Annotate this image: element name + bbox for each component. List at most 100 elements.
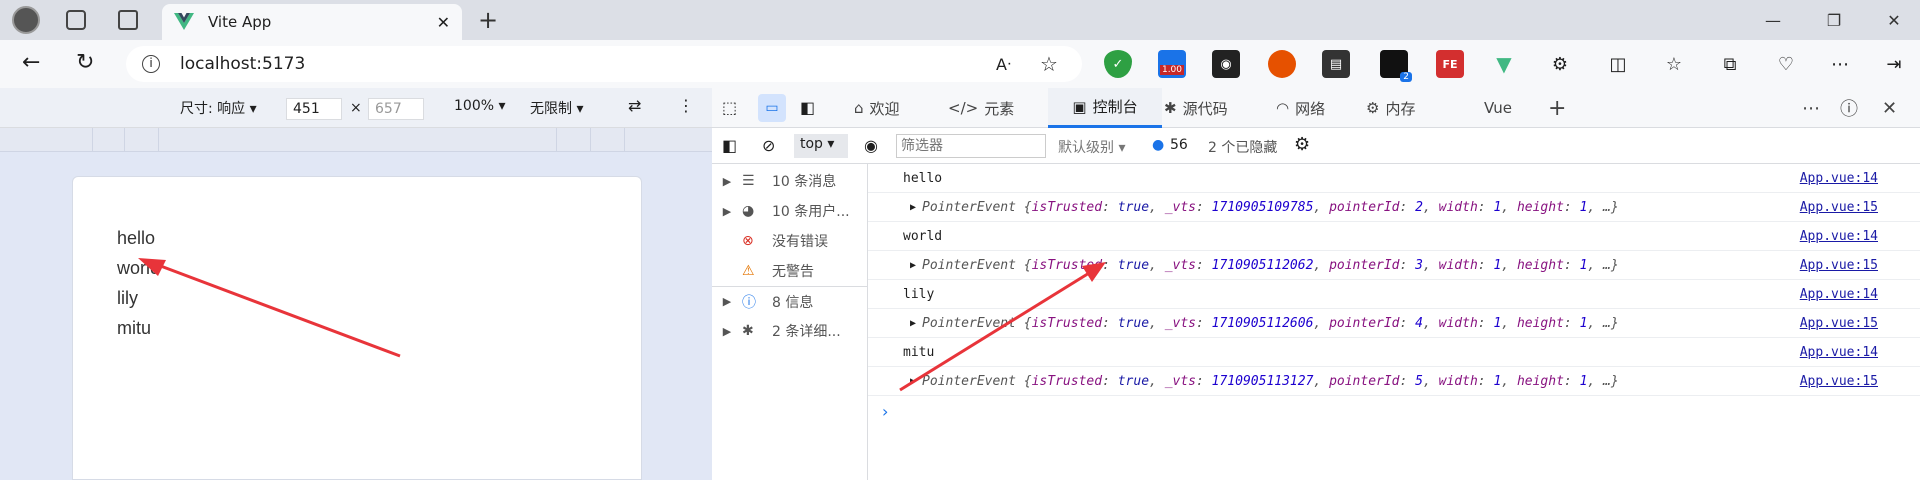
favorites-icon[interactable]: ☆ — [1660, 50, 1688, 78]
stats-extension-icon[interactable]: 2 — [1380, 50, 1412, 82]
split-screen-icon[interactable]: ◫ — [1604, 50, 1632, 78]
close-window-button[interactable]: ✕ — [1870, 0, 1918, 40]
workspaces-icon[interactable] — [66, 10, 86, 30]
tab-elements[interactable]: </> 元素 — [948, 88, 1014, 128]
log-row[interactable]: world App.vue:14 — [868, 222, 1920, 251]
tab-welcome-label: 欢迎 — [869, 99, 900, 118]
sidebar-item-warnings[interactable]: ⚠ 无警告 — [712, 256, 868, 286]
source-link[interactable]: App.vue:15 — [1800, 200, 1878, 215]
vue-devtools-extension-icon[interactable]: ▼ — [1490, 50, 1518, 78]
fe-extension-icon[interactable]: FE — [1436, 50, 1464, 78]
source-link[interactable]: App.vue:14 — [1800, 345, 1878, 360]
list-item[interactable]: hello — [117, 223, 641, 253]
source-link[interactable]: App.vue:14 — [1800, 171, 1878, 186]
log-row[interactable]: mitu App.vue:14 — [868, 338, 1920, 367]
value: 1710905112062 — [1211, 257, 1314, 273]
add-tab-button[interactable]: + — [1548, 88, 1566, 128]
zoom-dropdown[interactable]: 100% ▾ — [454, 98, 506, 114]
devtools-tab-bar: ⬚ ▭ ◧ ⌂ 欢迎 </> 元素 ▣ 控制台 ✱ 源代码 ◠ 网络 ⚙ 内存 Vue + … — [712, 88, 1920, 128]
log-row[interactable]: ▶ PointerEvent {isTrusted: true, _vts: 17… — [868, 251, 1920, 280]
close-tab-icon[interactable]: ✕ — [437, 13, 450, 32]
issues-icon[interactable]: ● — [1152, 137, 1164, 153]
log-level-dropdown[interactable]: 默认级别 ▾ — [1058, 137, 1125, 157]
refresh-icon[interactable]: ↻ — [76, 50, 94, 75]
url-text[interactable]: localhost:5173 — [180, 54, 305, 74]
height-input[interactable]: 657 — [368, 98, 424, 120]
tab-vue[interactable]: Vue — [1484, 88, 1512, 128]
info-icon[interactable]: i — [142, 55, 160, 73]
tab-welcome[interactable]: ⌂ 欢迎 — [854, 88, 900, 128]
new-tab-button[interactable]: + — [478, 6, 498, 34]
close-devtools-icon[interactable]: ✕ — [1882, 88, 1897, 128]
log-row[interactable]: ▶ PointerEvent {isTrusted: true, _vts: 17… — [868, 367, 1920, 396]
source-link[interactable]: App.vue:15 — [1800, 316, 1878, 331]
expand-icon[interactable]: ▶ — [910, 376, 916, 387]
devtools-more-icon[interactable]: ⋯ — [1802, 88, 1820, 128]
sidebar-toggle-icon[interactable]: ◧ — [722, 136, 737, 155]
dock-icon[interactable]: ◧ — [800, 98, 815, 117]
device-more-icon[interactable]: ⋮ — [678, 96, 694, 115]
source-link[interactable]: App.vue:15 — [1800, 374, 1878, 389]
collections-icon[interactable]: ⧉ — [1716, 50, 1744, 78]
throttle-dropdown[interactable]: 无限制 ▾ — [530, 98, 583, 118]
browser-tab[interactable]: Vite App ✕ — [162, 4, 462, 40]
list-item[interactable]: mitu — [117, 313, 641, 343]
console-settings-icon[interactable]: ⚙ — [1294, 134, 1310, 155]
source-link[interactable]: App.vue:15 — [1800, 258, 1878, 273]
shield-extension-icon[interactable]: ✓ — [1104, 50, 1132, 78]
binoculars-extension-icon[interactable]: ◉ — [1212, 50, 1240, 78]
inspect-icon[interactable]: ⬚ — [722, 98, 737, 117]
more-menu-icon[interactable]: ⋯ — [1826, 50, 1854, 78]
log-row[interactable]: ▶ PointerEvent {isTrusted: true, _vts: 17… — [868, 193, 1920, 222]
issues-count[interactable]: 56 — [1170, 137, 1188, 153]
maximize-button[interactable]: ❐ — [1810, 0, 1858, 40]
value: 1 — [1579, 199, 1588, 215]
console-prompt[interactable]: › — [882, 402, 888, 421]
event-object: PointerEvent {isTrusted: true, _vts: 171… — [922, 373, 1619, 389]
favorite-star-icon[interactable]: ☆ — [1040, 52, 1058, 76]
sidebar-item-verbose[interactable]: ▶ ✱ 2 条详细... — [712, 316, 868, 346]
tab-network[interactable]: ◠ 网络 — [1276, 88, 1325, 128]
filter-input[interactable] — [896, 134, 1046, 158]
context-select[interactable]: top ▾ — [794, 134, 848, 158]
document-extension-icon[interactable]: ▤ — [1322, 50, 1350, 78]
media-query-ruler[interactable] — [0, 128, 712, 152]
clear-console-icon[interactable]: ⊘ — [762, 136, 775, 155]
performance-icon[interactable]: ♡ — [1772, 50, 1800, 78]
sidebar-item-messages[interactable]: ▶ ☰ 10 条消息 — [712, 166, 868, 196]
sidebar-item-info[interactable]: ▶ ⓘ 8 信息 — [712, 286, 868, 316]
tab-vue-label: Vue — [1484, 99, 1512, 117]
minimize-button[interactable]: — — [1749, 0, 1797, 40]
sidebar-item-user-messages[interactable]: ▶ ◕ 10 条用户... — [712, 196, 868, 226]
log-row[interactable]: hello App.vue:14 — [868, 164, 1920, 193]
tab-sources[interactable]: ✱ 源代码 — [1164, 88, 1228, 128]
read-aloud-icon[interactable]: Aᐧ — [996, 55, 1011, 74]
profile-avatar[interactable] — [12, 6, 40, 34]
expand-icon[interactable]: ▶ — [910, 260, 916, 271]
extensions-icon[interactable]: ⚙ — [1546, 50, 1574, 78]
tab-console[interactable]: ▣ 控制台 — [1048, 88, 1162, 128]
source-link[interactable]: App.vue:14 — [1800, 287, 1878, 302]
rotate-icon[interactable]: ⇄ — [628, 96, 641, 115]
dimensions-dropdown[interactable]: 尺寸: 响应 ▾ — [180, 98, 257, 118]
log-row[interactable]: ▶ PointerEvent {isTrusted: true, _vts: 17… — [868, 309, 1920, 338]
list-item[interactable]: lily — [117, 283, 641, 313]
url-field[interactable]: i localhost:5173 Aᐧ ☆ — [126, 46, 1082, 82]
sidebar-item-errors[interactable]: ⊗ 没有错误 — [712, 226, 868, 256]
expand-icon[interactable]: ▶ — [910, 318, 916, 329]
list-item[interactable]: world — [117, 253, 641, 283]
width-input[interactable]: 451 — [286, 98, 342, 120]
tab-memory[interactable]: ⚙ 内存 — [1366, 88, 1415, 128]
device-toggle-icon[interactable]: ▭ — [758, 94, 786, 122]
source-link[interactable]: App.vue:14 — [1800, 229, 1878, 244]
user-icon: ◕ — [742, 203, 755, 219]
expand-icon[interactable]: ▶ — [910, 202, 916, 213]
log-row[interactable]: lily App.vue:14 — [868, 280, 1920, 309]
extension-badge-icon[interactable]: 1.00 — [1158, 50, 1186, 78]
help-icon[interactable]: ⓘ — [1840, 88, 1858, 128]
sidebar-toggle-icon[interactable]: ⇥ — [1880, 50, 1908, 78]
vertical-tabs-icon[interactable] — [118, 10, 138, 30]
orb-extension-icon[interactable] — [1268, 50, 1296, 78]
live-expression-icon[interactable]: ◉ — [864, 136, 878, 155]
back-icon[interactable]: ← — [22, 50, 40, 75]
